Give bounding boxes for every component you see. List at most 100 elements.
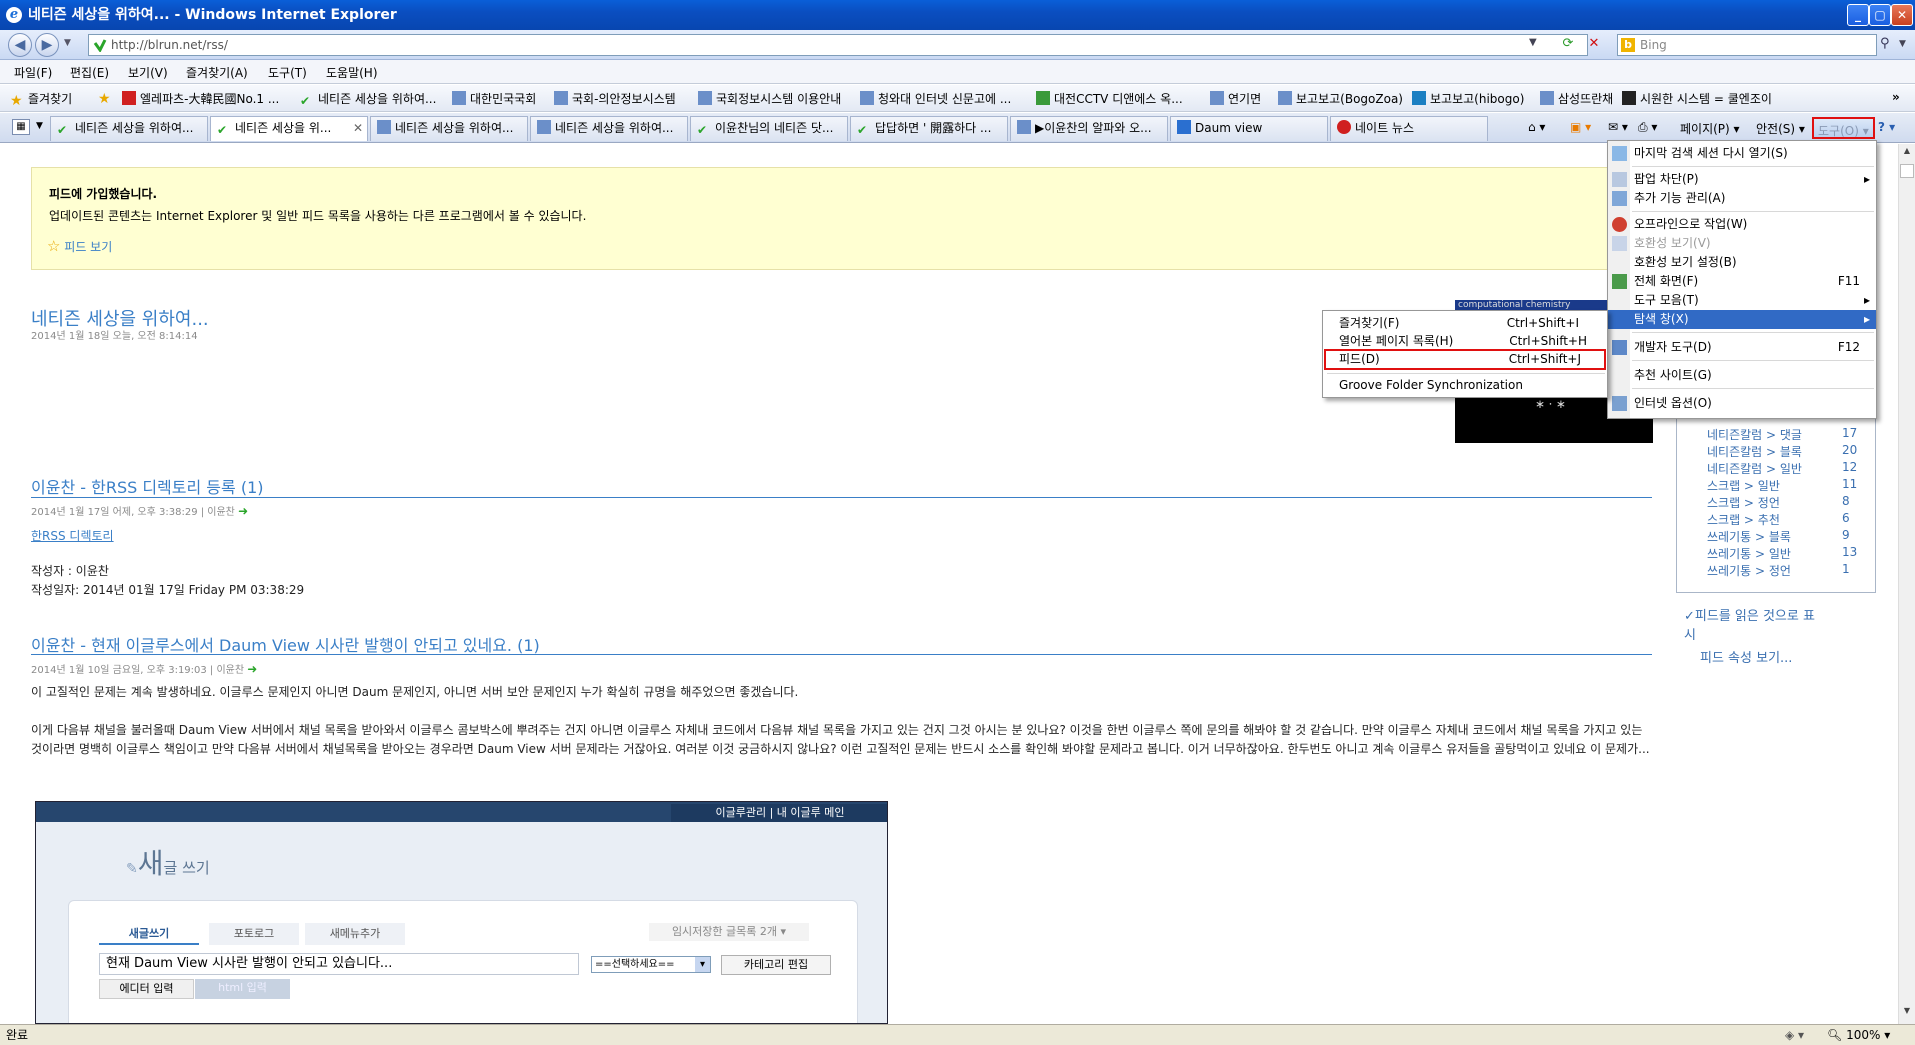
- vertical-scrollbar[interactable]: ▲ ▼: [1898, 144, 1915, 1024]
- print-icon[interactable]: ⎙ ▾: [1638, 120, 1657, 135]
- menu-view[interactable]: 보기(V): [128, 64, 168, 81]
- sidebar-item-2[interactable]: 네티즌칼럼 > 블록 20: [1707, 443, 1857, 460]
- sidebar-item-4[interactable]: 스크랩 > 일반 11: [1707, 477, 1857, 494]
- minimize-button[interactable]: _: [1847, 4, 1869, 26]
- search-options-icon[interactable]: ▼: [1899, 39, 1906, 49]
- refresh-icon[interactable]: ⟳: [1559, 36, 1577, 54]
- tools-item-popup-blocker[interactable]: 팝업 차단(P) ▸: [1608, 170, 1876, 189]
- search-icon[interactable]: ⚲: [1880, 36, 1890, 51]
- menu-favorites[interactable]: 즐겨찾기(A): [186, 64, 248, 81]
- fav-item-11[interactable]: 삼성뜨란채: [1540, 90, 1613, 107]
- mark-feed-read-link[interactable]: ✓피드를 읽은 것으로 표시: [1684, 607, 1864, 645]
- back-button[interactable]: ◀: [8, 33, 32, 57]
- tools-dropdown-menu: 마지막 검색 세션 다시 열기(S) 팝업 차단(P) ▸ 추가 기능 관리(A)…: [1607, 140, 1877, 419]
- submenu-item-groove-sync[interactable]: Groove Folder Synchronization: [1323, 376, 1607, 395]
- close-tab-icon[interactable]: ✕: [353, 117, 363, 139]
- forward-button[interactable]: ▶: [35, 33, 59, 57]
- menu-help[interactable]: 도움말(H): [326, 64, 378, 81]
- tools-item-compat-settings[interactable]: 호환성 보기 설정(B): [1608, 253, 1876, 272]
- scroll-up-icon[interactable]: ▲: [1900, 146, 1914, 160]
- fav-item-7[interactable]: 대전CCTV 디앤에스 옥...: [1036, 90, 1183, 107]
- fav-item-9[interactable]: 보고보고(BogoZoa): [1278, 90, 1403, 107]
- sidebar-item-7[interactable]: 쓰레기통 > 블록 9: [1707, 528, 1850, 545]
- home-icon[interactable]: ⌂ ▾: [1528, 120, 1545, 134]
- fav-item-3[interactable]: 대한민국국회: [452, 90, 536, 107]
- tools-item-toolbars[interactable]: 도구 모음(T) ▸: [1608, 291, 1876, 310]
- embedded-editor-screenshot: 이글루관리 | 내 이글루 메인 ✎새글 쓰기 새글쓰기 포토로그 새메뉴추가 …: [35, 801, 888, 1024]
- tab-1[interactable]: ✔ 네티즌 세상을 위하여...: [50, 116, 208, 141]
- search-placeholder: Bing: [1640, 38, 1667, 52]
- address-input[interactable]: http://blrun.net/rss/ ▼: [88, 34, 1588, 56]
- sidebar-item-3[interactable]: 네티즌칼럼 > 일반 12: [1707, 460, 1857, 477]
- tab-6[interactable]: ✔ 답답하면 ' 開露하다 ...: [850, 116, 1008, 141]
- status-text: 완료: [6, 1028, 29, 1042]
- tools-item-explorer-bars[interactable]: 탐색 창(X) ▸: [1608, 310, 1876, 329]
- fav-item-6[interactable]: 청와대 인터넷 신문고에 ...: [860, 90, 1011, 107]
- favorites-button[interactable]: ★ 즐겨찾기: [10, 90, 72, 108]
- search-input[interactable]: b Bing: [1617, 34, 1877, 56]
- fav-item-10[interactable]: 보고보고(hibogo): [1412, 90, 1524, 107]
- tools-item-fullscreen[interactable]: 전체 화면(F) F11: [1608, 272, 1876, 291]
- maximize-button[interactable]: ▢: [1869, 4, 1891, 26]
- quick-tabs-icon[interactable]: ▦: [12, 119, 30, 135]
- page-menu-button[interactable]: 페이지(P) ▾: [1680, 120, 1740, 137]
- tab-4[interactable]: 네티즌 세상을 위하여...: [530, 116, 688, 141]
- feed-subscribed-notice: 피드에 가입했습니다. 업데이트된 콘텐츠는 Internet Explorer…: [31, 167, 1651, 270]
- fav-item-12[interactable]: 시원한 시스템 = 쿨엔조이: [1622, 90, 1772, 107]
- scroll-thumb[interactable]: [1900, 164, 1914, 178]
- tools-item-internet-options[interactable]: 인터넷 옵션(O): [1608, 394, 1876, 413]
- sidebar-item-9[interactable]: 쓰레기통 > 정언 1: [1707, 562, 1850, 579]
- fav-item-5[interactable]: 국회정보시스템 이용안내: [698, 90, 841, 107]
- post-2-title[interactable]: 이윤찬 - 현재 이글루스에서 Daum View 시사란 발행이 안되고 있네…: [31, 632, 540, 656]
- tab-9[interactable]: 네이트 뉴스: [1330, 116, 1488, 141]
- tab-8[interactable]: Daum view: [1170, 116, 1328, 141]
- embed-category-select: ==선택하세요== ▾: [591, 956, 711, 973]
- tools-item-suggested-sites[interactable]: 추천 사이트(G): [1608, 366, 1876, 385]
- tab-2-active[interactable]: ✔ 네티즌 세상을 위... ✕: [210, 116, 368, 141]
- tools-item-work-offline[interactable]: 오프라인으로 작업(W): [1608, 215, 1876, 234]
- safety-menu-button[interactable]: 안전(S) ▾: [1756, 120, 1805, 137]
- sidebar-item-8[interactable]: 쓰레기통 > 일반 13: [1707, 545, 1857, 562]
- fav-item-2[interactable]: ✔ 네티즌 세상을 위하여...: [300, 90, 436, 108]
- tab-7[interactable]: ▶이윤찬의 알파와 오...: [1010, 116, 1168, 141]
- favorites-overflow-icon[interactable]: »: [1892, 90, 1900, 104]
- menu-file[interactable]: 파일(F): [14, 64, 52, 81]
- post-1-link[interactable]: 한RSS 디렉토리: [31, 527, 114, 544]
- zoom-level[interactable]: 🔍︎ 100% ▾: [1827, 1025, 1890, 1045]
- fav-item-1[interactable]: 엘레파츠-大韓民國No.1 ...: [122, 90, 279, 107]
- address-dropdown-icon[interactable]: ▼: [1529, 37, 1537, 48]
- embed-title-field: 현재 Daum View 시사란 발행이 안되고 있습니다...: [99, 953, 579, 975]
- tab-list-dropdown-icon[interactable]: ▼: [36, 121, 43, 131]
- feeds-icon[interactable]: ▣ ▾: [1570, 120, 1591, 134]
- sidebar-item-5[interactable]: 스크랩 > 정언 8: [1707, 494, 1850, 511]
- history-dropdown-icon[interactable]: ▼: [64, 38, 71, 48]
- menu-tools[interactable]: 도구(T): [268, 64, 307, 81]
- security-zone-icon[interactable]: ◈ ▾: [1785, 1025, 1804, 1045]
- tools-menu-button[interactable]: 도구(O) ▾: [1812, 117, 1875, 139]
- scroll-down-icon[interactable]: ▼: [1900, 1006, 1914, 1020]
- add-favorite-icon[interactable]: ★: [98, 90, 116, 106]
- nate-icon: [1337, 120, 1351, 134]
- post-1-title[interactable]: 이윤찬 - 한RSS 디렉토리 등록 (1): [31, 474, 264, 498]
- tools-item-reopen-session[interactable]: 마지막 검색 세션 다시 열기(S): [1608, 144, 1876, 163]
- sidebar-item-6[interactable]: 스크랩 > 추천 6: [1707, 511, 1850, 528]
- tab-5[interactable]: ✔ 이윤찬님의 네티즌 닷...: [690, 116, 848, 141]
- fav-item-8[interactable]: 연기면: [1210, 90, 1261, 107]
- sidebar-item-1[interactable]: 네티즌칼럼 > 댓글 17: [1707, 426, 1857, 443]
- fav-item-4[interactable]: 국회-의안정보시스템: [554, 90, 676, 107]
- menu-edit[interactable]: 편집(E): [70, 64, 109, 81]
- tools-item-developer-tools[interactable]: 개발자 도구(D) F12: [1608, 338, 1876, 357]
- close-window-button[interactable]: ✕: [1891, 4, 1913, 26]
- embed-category-edit-button: 카테고리 편집: [721, 955, 831, 975]
- feed-properties-link[interactable]: 피드 속성 보기...: [1700, 647, 1792, 666]
- tab-3[interactable]: 네티즌 세상을 위하여...: [370, 116, 528, 141]
- mail-icon[interactable]: ✉ ▾: [1608, 120, 1628, 134]
- cctv-icon: [1036, 91, 1050, 105]
- tools-item-compat-view[interactable]: 호환성 보기(V): [1608, 234, 1876, 253]
- help-icon[interactable]: ? ▾: [1878, 120, 1895, 134]
- tools-item-addons[interactable]: 추가 기능 관리(A): [1608, 189, 1876, 208]
- view-feeds-link[interactable]: ☆ 피드 보기: [47, 237, 112, 255]
- stop-icon[interactable]: ✕: [1585, 36, 1603, 54]
- compat-icon: [1612, 236, 1627, 251]
- submenu-item-favorites[interactable]: 즐겨찾기(F) Ctrl+Shift+I: [1323, 314, 1607, 333]
